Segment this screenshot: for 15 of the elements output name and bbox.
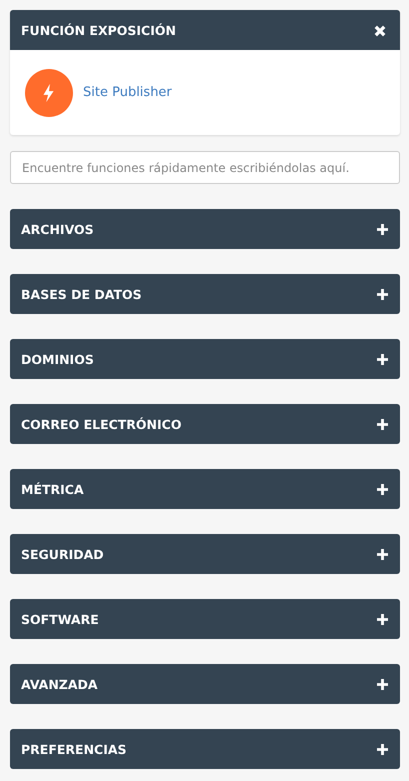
search-field[interactable]: Encuentre funciones rápidamente escribiéndolas aquí. xyxy=(10,151,400,184)
section-header[interactable]: AVANZADA xyxy=(10,664,400,704)
close-button[interactable] xyxy=(374,25,388,39)
section-header[interactable]: MÉTRICA xyxy=(10,469,400,509)
close-icon xyxy=(374,25,386,37)
section-header[interactable]: SOFTWARE xyxy=(10,599,400,639)
section-header[interactable]: PREFERENCIAS xyxy=(10,729,400,769)
section-header[interactable]: DOMINIOS xyxy=(10,339,400,379)
card-title: FUNCIÓN EXPOSICIÓN xyxy=(21,22,176,38)
lightning-icon xyxy=(25,68,73,116)
section-header[interactable]: CORREO ELECTRÓNICO xyxy=(10,404,400,444)
section-header[interactable]: SEGURIDAD xyxy=(10,534,400,574)
section-header[interactable]: BASES DE DATOS xyxy=(10,274,400,314)
section-header[interactable]: ARCHIVOS xyxy=(10,209,400,249)
site-publisher-link[interactable]: Site Publisher xyxy=(83,85,172,100)
